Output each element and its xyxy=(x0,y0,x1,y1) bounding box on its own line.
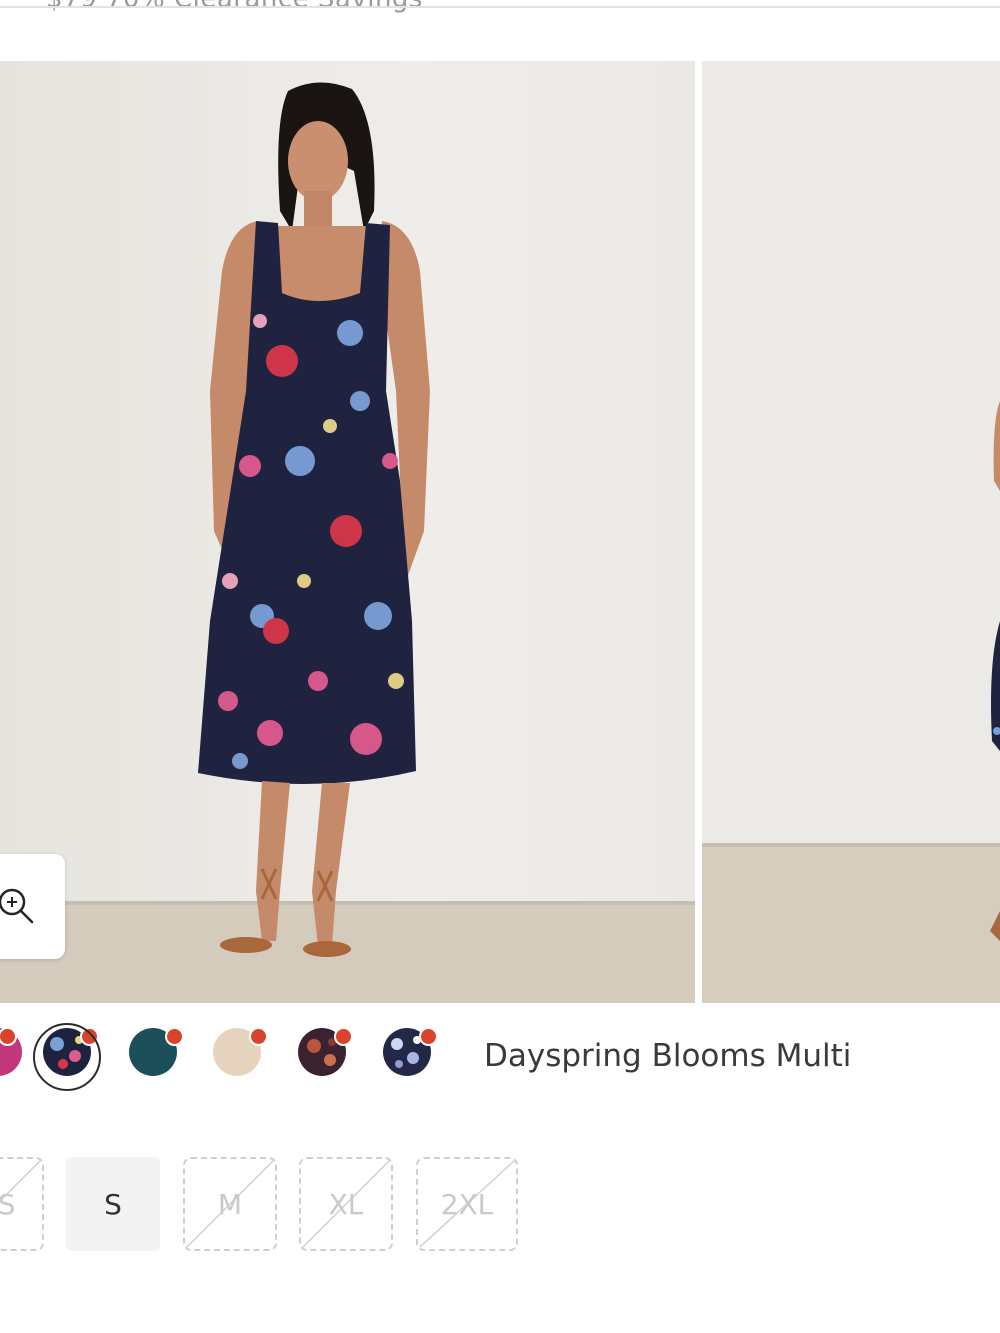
size-label: XS xyxy=(0,1187,16,1221)
clearance-dot-icon xyxy=(419,1027,438,1046)
clearance-dot-icon xyxy=(334,1027,353,1046)
size-option-2xl[interactable]: 2XL xyxy=(416,1157,518,1251)
zoom-in-icon xyxy=(0,888,34,924)
size-option-xs[interactable]: XS xyxy=(0,1157,44,1251)
clearance-dot-icon xyxy=(249,1027,268,1046)
zoom-button[interactable] xyxy=(0,854,65,959)
size-label: M xyxy=(217,1187,243,1221)
price-bar: $79 70% Clearance Savings xyxy=(0,0,1000,14)
selected-swatch-ring xyxy=(33,1023,101,1091)
selected-color-name: Dayspring Blooms Multi xyxy=(484,1038,852,1074)
product-image-main[interactable] xyxy=(0,61,695,1003)
divider xyxy=(0,6,1000,8)
clearance-dot-icon xyxy=(165,1027,184,1046)
size-selector: XS S M XL 2XL xyxy=(0,1157,1000,1253)
size-label: S xyxy=(104,1187,122,1221)
size-option-xl[interactable]: XL xyxy=(299,1157,393,1251)
product-image-next[interactable] xyxy=(702,61,1000,1003)
size-option-s[interactable]: S xyxy=(66,1157,160,1251)
product-image-gallery[interactable] xyxy=(0,61,1000,1003)
size-label: XL xyxy=(328,1187,364,1221)
size-label: 2XL xyxy=(440,1187,494,1221)
size-option-m[interactable]: M xyxy=(183,1157,277,1251)
